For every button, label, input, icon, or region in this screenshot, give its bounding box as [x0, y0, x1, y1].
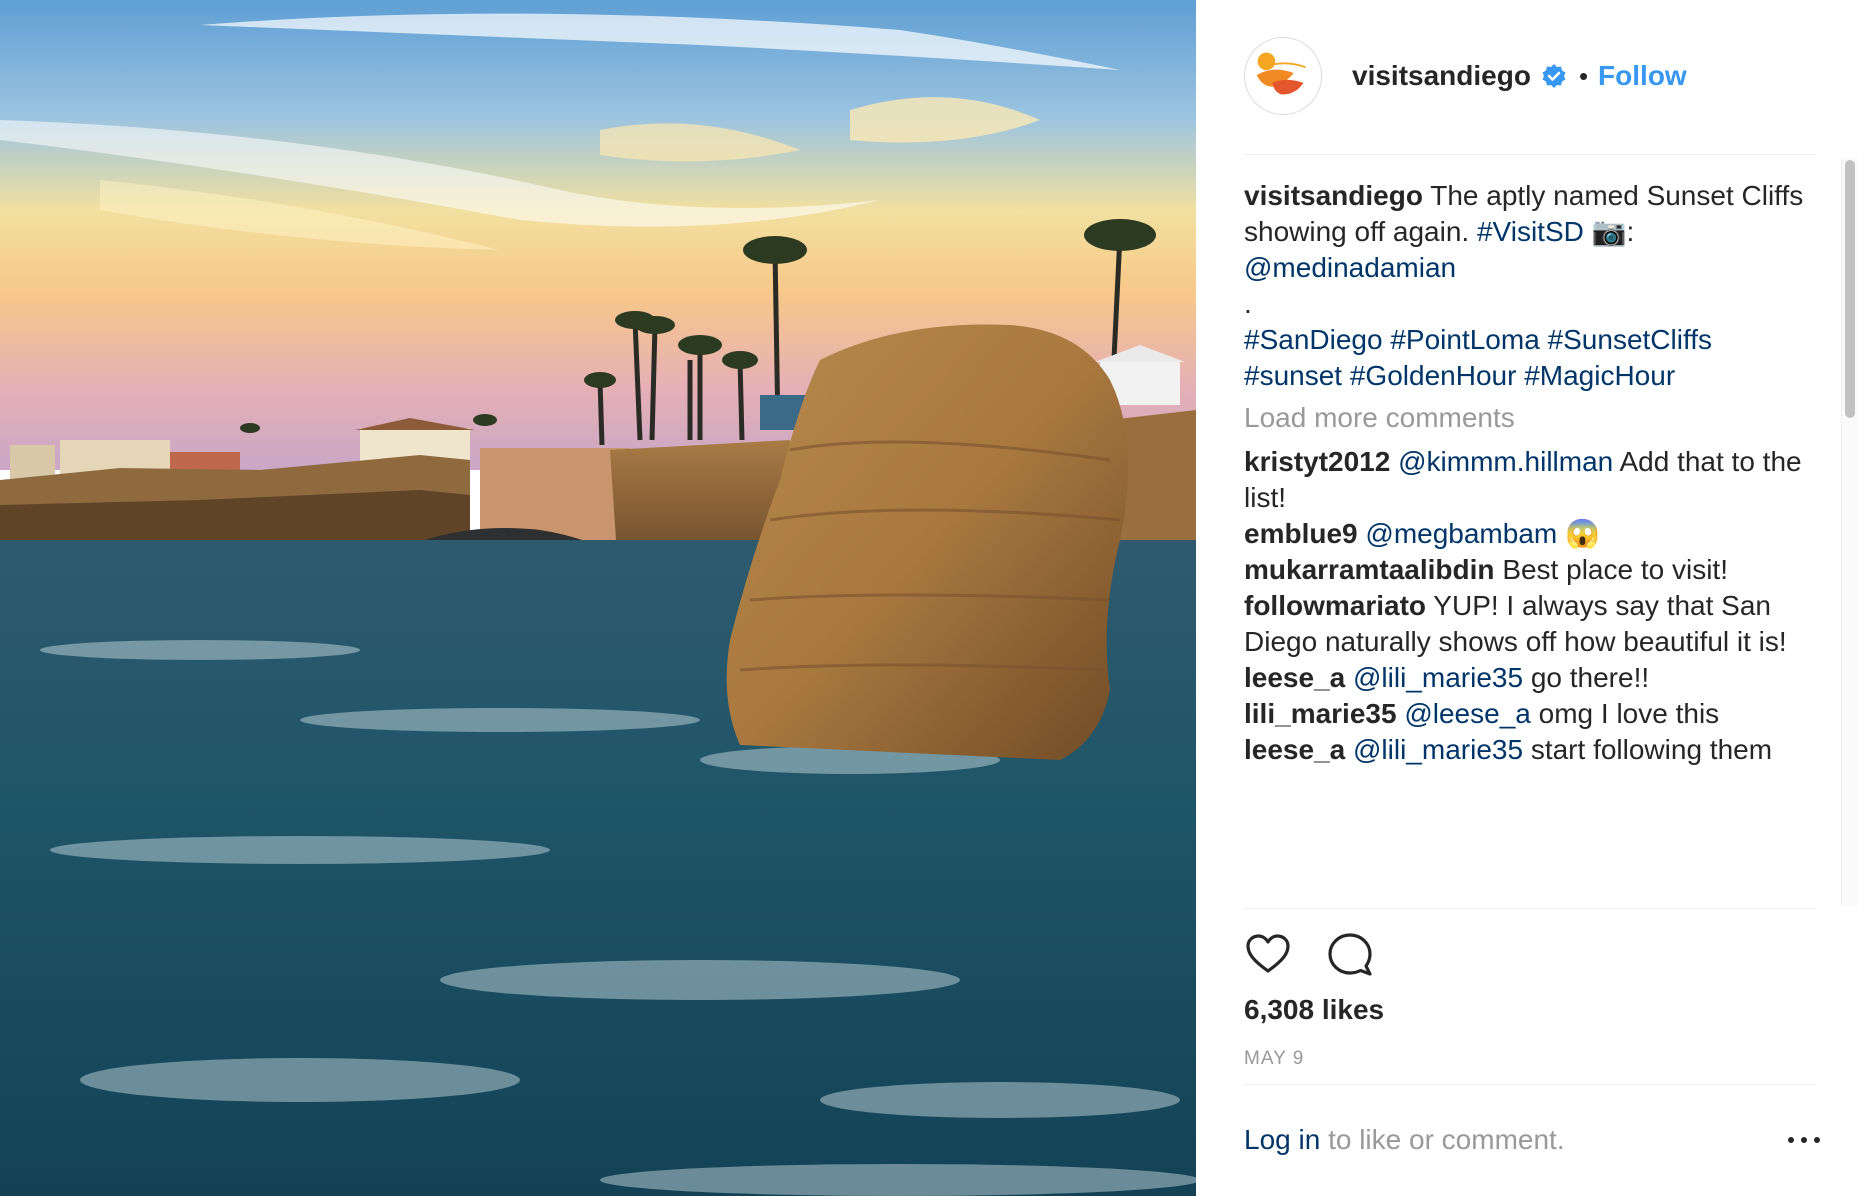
more-options-icon[interactable] [1788, 1130, 1822, 1148]
caption-dot: . [1244, 288, 1252, 319]
hashtag-link[interactable]: #VisitSD [1477, 216, 1584, 247]
follow-button[interactable]: Follow [1598, 60, 1687, 92]
comment-username[interactable]: mukarramtaalibdin [1244, 554, 1495, 585]
comment-mention[interactable]: @kimmm.hillman [1398, 446, 1613, 477]
comment-item: lili_marie35 @leese_a omg I love this [1244, 696, 1804, 732]
comment-text: go there!! [1530, 662, 1650, 693]
post-author-username[interactable]: visitsandiego [1352, 60, 1531, 92]
hashtag-link[interactable]: #PointLoma [1390, 324, 1539, 355]
comment-username[interactable]: leese_a [1244, 662, 1345, 693]
comment-item: leese_a @lili_marie35 start following th… [1244, 732, 1804, 768]
san-diego-logo-icon [1256, 52, 1306, 95]
comment-username[interactable]: leese_a [1244, 734, 1345, 765]
comment-mention[interactable]: @lili_marie35 [1353, 662, 1523, 693]
header-separator: • [1578, 60, 1589, 91]
comment-username[interactable]: followmariato [1244, 590, 1426, 621]
hashtag-link[interactable]: #GoldenHour [1350, 360, 1517, 391]
sunset-cliffs-photo [0, 0, 1196, 1196]
comment-item: mukarramtaalibdin Best place to visit! [1244, 552, 1804, 588]
footer-divider [1244, 1084, 1816, 1085]
hashtag-link[interactable]: #sunset [1244, 360, 1342, 391]
camera-emoji: 📷: [1591, 216, 1635, 247]
header-divider [1244, 154, 1816, 155]
comment-username[interactable]: emblue9 [1244, 518, 1358, 549]
comment-item: followmariato YUP! I always say that San… [1244, 588, 1804, 660]
post-photo[interactable] [0, 0, 1196, 1196]
verified-badge-icon [1542, 64, 1566, 88]
comment-bubble-icon[interactable] [1326, 930, 1374, 978]
login-prompt: Log in to like or comment. [1244, 1124, 1565, 1156]
mention-link[interactable]: @medinadamian [1244, 252, 1456, 283]
comment-item: kristyt2012 @kimmm.hillman Add that to t… [1244, 444, 1804, 516]
comment-mention[interactable]: @lili_marie35 [1353, 734, 1523, 765]
caption-username[interactable]: visitsandiego [1244, 180, 1423, 211]
comments-list[interactable]: visitsandiego The aptly named Sunset Cli… [1244, 178, 1804, 906]
comment-text: omg I love this [1538, 698, 1720, 729]
comment-text: 😱 [1565, 518, 1600, 549]
scrollbar-thumb[interactable] [1845, 160, 1855, 418]
comment-username[interactable]: lili_marie35 [1244, 698, 1397, 729]
post-date[interactable]: MAY 9 [1244, 1048, 1304, 1070]
load-more-comments-button[interactable]: Load more comments [1244, 400, 1804, 436]
comments-scrollbar[interactable] [1841, 158, 1858, 906]
comment-text: Best place to visit! [1502, 554, 1728, 585]
comment-item: leese_a @lili_marie35 go there!! [1244, 660, 1804, 696]
post-header: visitsandiego • Follow [1244, 36, 1816, 116]
likes-count[interactable]: 6,308 likes [1244, 994, 1384, 1026]
heart-icon[interactable] [1244, 930, 1292, 978]
post-caption: visitsandiego The aptly named Sunset Cli… [1244, 178, 1804, 394]
comment-text: start following them [1530, 734, 1773, 765]
actions-divider [1244, 908, 1816, 909]
hashtag-link[interactable]: #MagicHour [1524, 360, 1675, 391]
post-sidebar: visitsandiego • Follow visitsandiego The… [1196, 0, 1866, 1196]
comment-mention[interactable]: @leese_a [1404, 698, 1531, 729]
hashtag-link[interactable]: #SanDiego [1244, 324, 1383, 355]
comment-mention[interactable]: @megbambam [1365, 518, 1557, 549]
hashtag-link[interactable]: #SunsetCliffs [1548, 324, 1712, 355]
login-prompt-text: to like or comment. [1328, 1124, 1565, 1155]
avatar[interactable] [1244, 37, 1322, 115]
comment-item: emblue9 @megbambam 😱 [1244, 516, 1804, 552]
post-actions [1244, 930, 1374, 982]
comment-username[interactable]: kristyt2012 [1244, 446, 1390, 477]
login-link[interactable]: Log in [1244, 1124, 1320, 1155]
